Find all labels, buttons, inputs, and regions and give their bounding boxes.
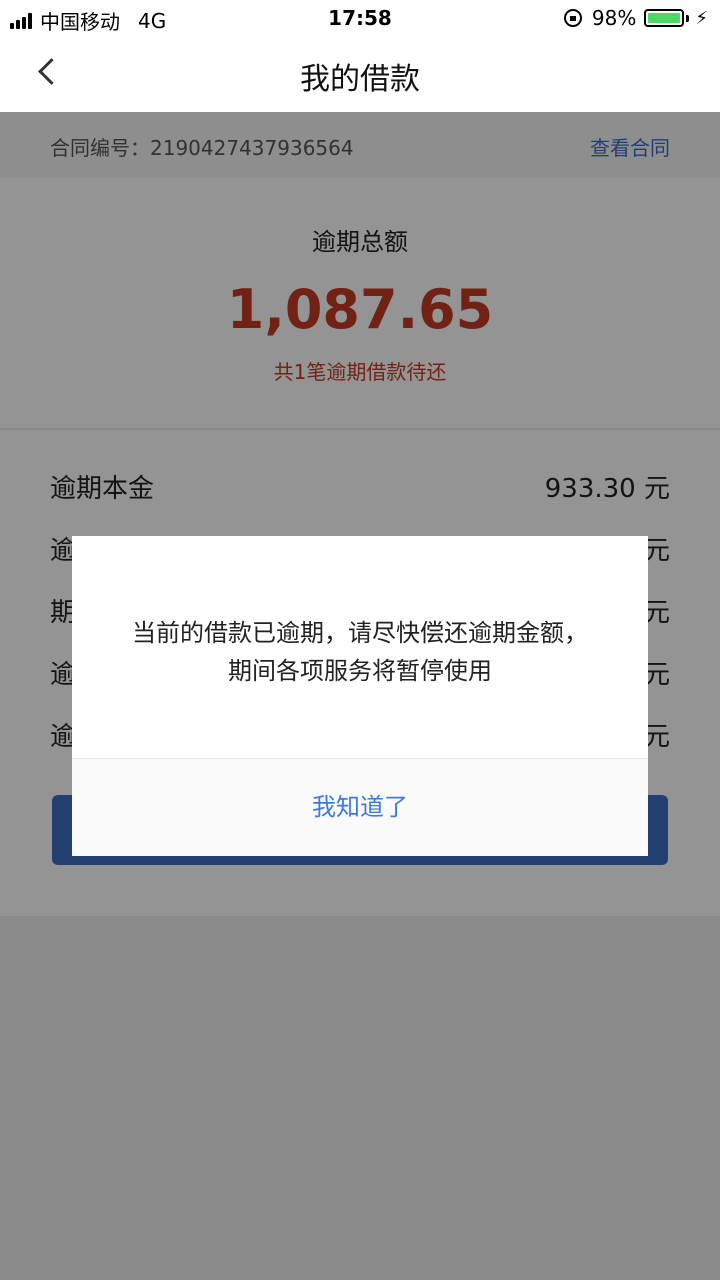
charging-bolt-icon: ⚡ (695, 7, 708, 29)
page-title: 我的借款 (300, 62, 420, 97)
battery-percent: 98% (591, 6, 637, 30)
battery-level (648, 13, 680, 23)
overdue-alert-dialog: 当前的借款已逾期，请尽快偿还逾期金额，期间各项服务将暂停使用 我知道了 (72, 536, 648, 856)
dialog-message: 当前的借款已逾期，请尽快偿还逾期金额，期间各项服务将暂停使用 (132, 619, 588, 685)
status-bar-right-top: 98% ⚡ (563, 6, 708, 30)
battery-icon (644, 9, 685, 27)
navigation-bar-top: 我的借款 (0, 36, 720, 112)
acknowledge-button[interactable]: 我知道了 (72, 759, 648, 856)
battery-tip (686, 14, 690, 22)
status-bar-top: 中国移动 4G 17:58 98% ⚡ (0, 0, 720, 36)
orientation-lock-icon (563, 9, 582, 27)
